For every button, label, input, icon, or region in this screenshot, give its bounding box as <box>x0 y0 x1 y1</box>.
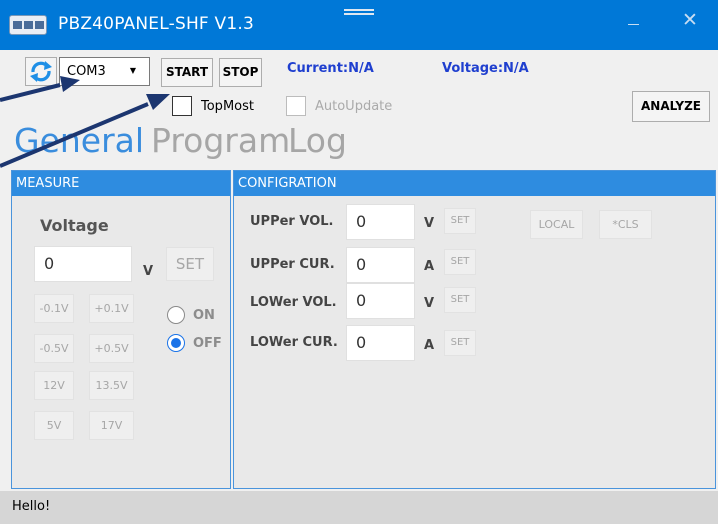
com-port-value: COM3 <box>67 64 106 79</box>
tab-log[interactable]: Log <box>288 124 347 157</box>
preset-13.5v-button[interactable]: 13.5V <box>89 371 134 400</box>
measure-title: Voltage <box>40 216 109 235</box>
output-off-radio[interactable] <box>167 334 185 352</box>
upper-vol-unit: V <box>424 216 435 231</box>
lower-cur-set-button[interactable]: SET <box>444 330 476 356</box>
preset-5v-button[interactable]: 5V <box>34 411 74 440</box>
lower-vol-label: LOWer VOL. <box>250 295 337 310</box>
lower-vol-unit: V <box>424 296 435 311</box>
output-off-label: OFF <box>193 336 222 351</box>
drag-grip-icon[interactable] <box>344 6 374 18</box>
lower-cur-label: LOWer CUR. <box>250 335 338 350</box>
refresh-icon <box>30 61 52 82</box>
step-plus-0.1v-button[interactable]: +0.1V <box>89 294 134 323</box>
topmost-checkbox[interactable] <box>172 96 192 116</box>
current-readout: Current:N/A <box>287 61 374 76</box>
configuration-panel: CONFIGRATION UPPer VOL. 0 V SET UPPer CU… <box>233 170 716 489</box>
lower-vol-set-button[interactable]: SET <box>444 287 476 313</box>
analyze-button[interactable]: ANALYZE <box>632 91 710 122</box>
tab-general[interactable]: General <box>14 124 144 157</box>
measure-panel: MEASURE Voltage 0 V SET -0.1V +0.1V -0.5… <box>11 170 231 489</box>
start-button[interactable]: START <box>161 58 213 87</box>
preset-12v-button[interactable]: 12V <box>34 371 74 400</box>
voltage-readout: Voltage:N/A <box>442 61 529 76</box>
annotation-arrow-1 <box>0 83 61 102</box>
preset-17v-button[interactable]: 17V <box>89 411 134 440</box>
lower-vol-field[interactable]: 0 <box>346 283 415 319</box>
autoupdate-label: AutoUpdate <box>315 99 393 114</box>
app-icon <box>9 15 47 35</box>
annotation-arrowhead-2 <box>146 94 170 110</box>
step-plus-0.5v-button[interactable]: +0.5V <box>89 334 134 363</box>
upper-cur-field[interactable]: 0 <box>346 247 415 283</box>
measure-set-button[interactable]: SET <box>166 247 214 281</box>
title-bar: PBZ40PANEL-SHF V1.3 ✕ <box>0 0 718 50</box>
chevron-down-icon: ▼ <box>129 66 136 75</box>
measure-header: MEASURE <box>12 171 230 196</box>
minimize-button[interactable] <box>628 24 639 25</box>
close-button[interactable]: ✕ <box>682 11 698 30</box>
window-title: PBZ40PANEL-SHF V1.3 <box>58 14 254 34</box>
status-bar: Hello! <box>0 491 718 524</box>
topmost-label: TopMost <box>201 99 254 114</box>
status-text: Hello! <box>12 499 51 514</box>
upper-cur-set-button[interactable]: SET <box>444 249 476 275</box>
step-minus-0.5v-button[interactable]: -0.5V <box>34 334 74 363</box>
upper-vol-set-button[interactable]: SET <box>444 208 476 234</box>
com-port-select[interactable]: COM3 ▼ <box>59 57 150 86</box>
measure-voltage-field[interactable]: 0 <box>34 246 132 282</box>
upper-cur-unit: A <box>424 259 435 274</box>
measure-unit: V <box>143 264 154 279</box>
upper-vol-field[interactable]: 0 <box>346 204 415 240</box>
upper-vol-label: UPPer VOL. <box>250 214 334 229</box>
local-button[interactable]: LOCAL <box>530 210 583 239</box>
lower-cur-field[interactable]: 0 <box>346 325 415 361</box>
lower-cur-unit: A <box>424 338 435 353</box>
cls-button[interactable]: *CLS <box>599 210 652 239</box>
configuration-header: CONFIGRATION <box>234 171 715 196</box>
tab-program[interactable]: Program <box>151 124 290 157</box>
output-on-radio[interactable] <box>167 306 185 324</box>
stop-button[interactable]: STOP <box>219 58 262 87</box>
output-on-label: ON <box>193 308 215 323</box>
refresh-ports-button[interactable] <box>25 57 57 86</box>
step-minus-0.1v-button[interactable]: -0.1V <box>34 294 74 323</box>
upper-cur-label: UPPer CUR. <box>250 257 335 272</box>
autoupdate-checkbox[interactable] <box>286 96 306 116</box>
